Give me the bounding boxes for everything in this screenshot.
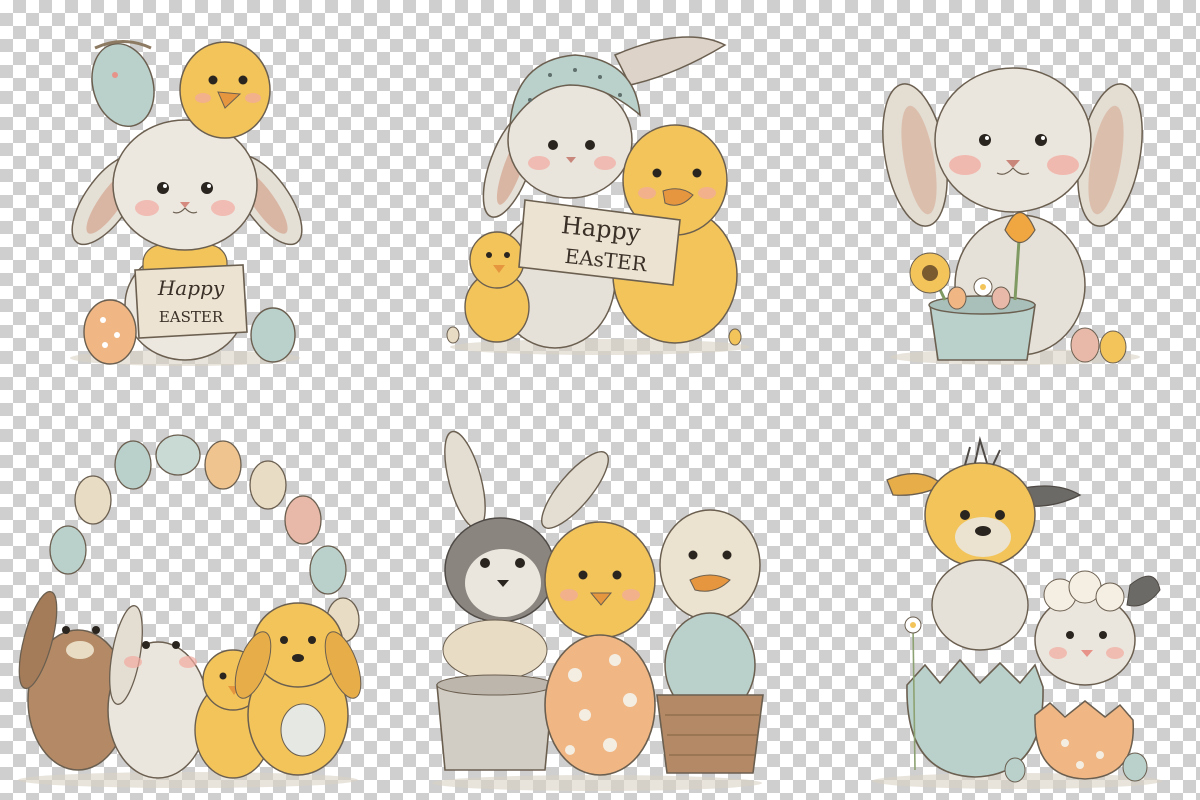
sign-1-line-2: EASTER [159, 308, 224, 326]
illustration-bunny-with-chick-sign: Happy EASTER [55, 20, 315, 370]
illustration-bunny-with-flower-bucket [875, 15, 1150, 370]
transparent-checkerboard-background: Happy EASTER Happy EAsTER [0, 0, 1200, 800]
illustration-bunny-chick-duck-in-containers [425, 425, 770, 795]
illustration-friends-under-egg-arch [8, 430, 368, 795]
illustration-bunny-and-duck-sign: Happy EAsTER [435, 15, 765, 365]
sign-1-line-1: Happy [157, 276, 225, 300]
illustration-puppy-and-lamb-with-eggs [865, 425, 1170, 795]
